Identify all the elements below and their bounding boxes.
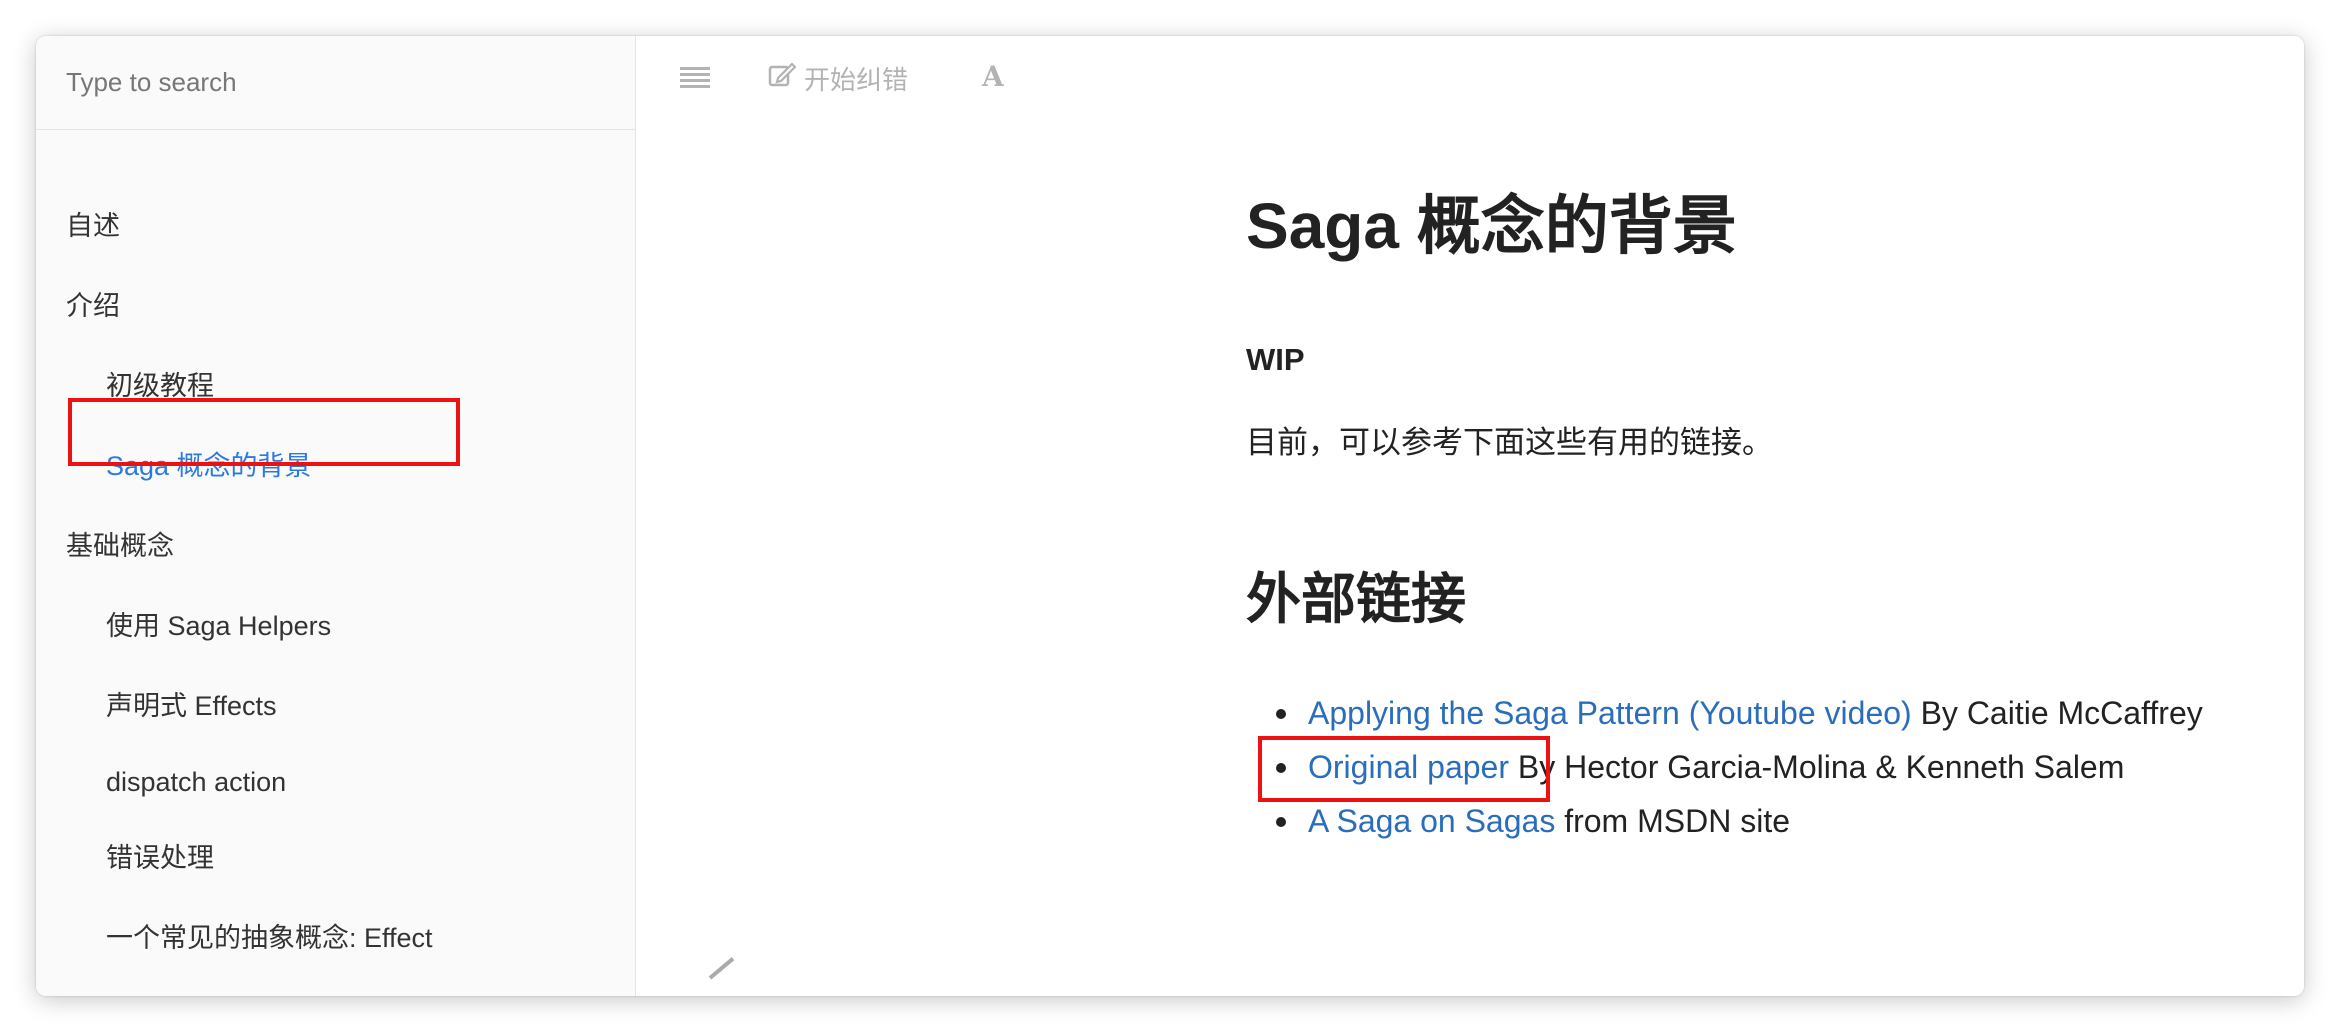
edit-button-label: 开始纠错	[804, 65, 909, 95]
sidebar-item-basic-concepts[interactable]: 基础概念	[66, 528, 174, 564]
sidebar-item-saga-background[interactable]: Saga 概念的背景	[106, 448, 312, 484]
bullet-icon	[1276, 817, 1286, 827]
search-input[interactable]	[64, 66, 584, 99]
app-window: 自述 介绍 初级教程 Saga 概念的背景 基础概念 使用 Saga Helpe…	[36, 36, 2304, 996]
link-suffix: By Hector Garcia-Molina & Kenneth Salem	[1509, 749, 2125, 785]
search-bar	[36, 36, 635, 130]
link-suffix: By Caitie McCaffrey	[1911, 695, 2203, 731]
external-links-list: Applying the Saga Pattern (Youtube video…	[1246, 686, 2203, 848]
font-settings-button[interactable]: A	[982, 60, 1004, 93]
link-saga-on-sagas[interactable]: A Saga on Sagas	[1308, 803, 1555, 839]
intro-paragraph: 目前，可以参考下面这些有用的链接。	[1246, 425, 1773, 460]
page-title: Saga 概念的背景	[1246, 190, 1737, 262]
list-item: A Saga on Sagas from MSDN site	[1246, 794, 2203, 848]
main-panel: 开始纠错 A Saga 概念的背景 WIP 目前，可以参考下面这些有用的链接。 …	[636, 36, 2304, 996]
toolbar: 开始纠错 A	[636, 36, 2304, 130]
pencil-icon	[708, 957, 735, 980]
wip-heading: WIP	[1246, 342, 1305, 377]
list-item: Original paper By Hector Garcia-Molina &…	[1246, 740, 2203, 794]
sidebar: 自述 介绍 初级教程 Saga 概念的背景 基础概念 使用 Saga Helpe…	[36, 36, 636, 996]
edit-button[interactable]: 开始纠错	[768, 60, 908, 97]
bullet-icon	[1276, 709, 1286, 719]
sidebar-item-beginner-tutorial[interactable]: 初级教程	[106, 368, 214, 404]
sidebar-item-readme[interactable]: 自述	[66, 208, 120, 244]
sidebar-item-saga-helpers[interactable]: 使用 Saga Helpers	[106, 608, 331, 644]
external-links-heading: 外部链接	[1246, 568, 1467, 630]
hamburger-menu-icon[interactable]	[680, 66, 710, 90]
list-item: Applying the Saga Pattern (Youtube video…	[1246, 686, 2203, 740]
sidebar-item-effect-abstraction[interactable]: 一个常见的抽象概念: Effect	[106, 920, 433, 956]
sidebar-item-declarative-effects[interactable]: 声明式 Effects	[106, 688, 277, 724]
sidebar-item-introduction[interactable]: 介绍	[66, 288, 120, 324]
link-original-paper[interactable]: Original paper	[1308, 749, 1509, 785]
edit-icon	[768, 61, 797, 96]
link-saga-pattern-video[interactable]: Applying the Saga Pattern (Youtube video…	[1308, 695, 1912, 731]
bullet-icon	[1276, 763, 1286, 773]
sidebar-item-dispatch-action[interactable]: dispatch action	[106, 764, 286, 800]
link-suffix: from MSDN site	[1555, 803, 1790, 839]
sidebar-item-error-handling[interactable]: 错误处理	[106, 840, 214, 876]
